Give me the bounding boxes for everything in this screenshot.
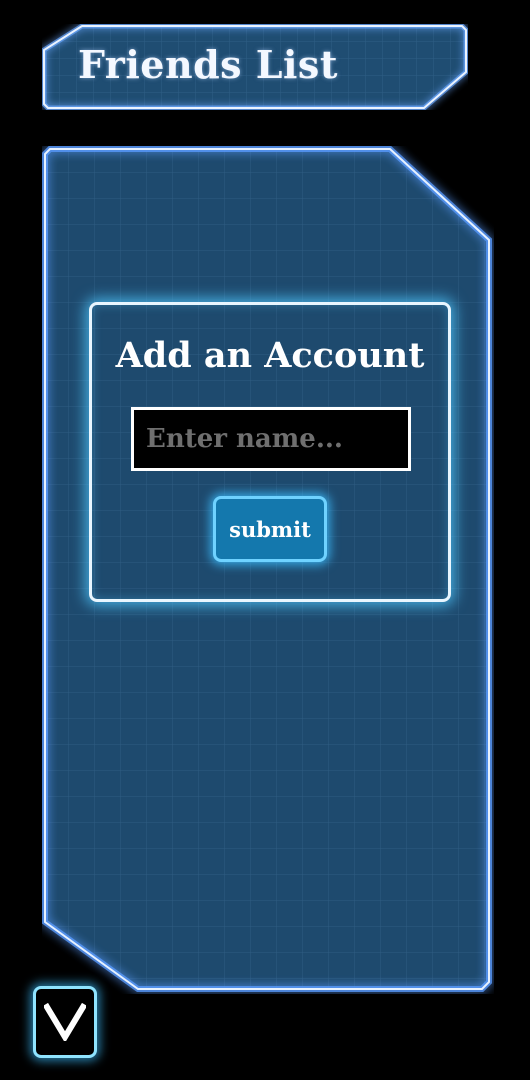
name-input[interactable] (131, 407, 411, 471)
add-account-heading: Add an Account (115, 335, 425, 376)
submit-button[interactable]: submit (213, 496, 327, 562)
page-title: Friends List (78, 42, 338, 87)
chevron-down-icon (44, 1003, 86, 1041)
title-plate: Friends List (42, 24, 468, 110)
add-account-box: Add an Account submit (89, 302, 451, 602)
collapse-toggle-button[interactable] (33, 986, 97, 1058)
friends-list-window: Friends List Add an Account submit (0, 0, 530, 1080)
